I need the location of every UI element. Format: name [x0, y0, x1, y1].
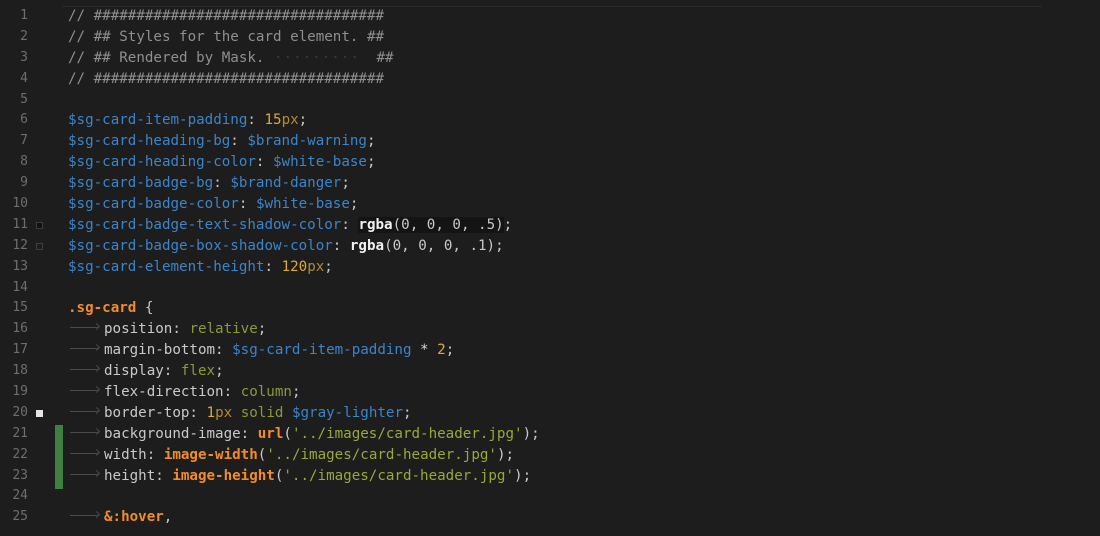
code-line: $sg-card-item-padding: 15px;: [68, 112, 308, 129]
gutter-line: 4: [0, 69, 62, 90]
tab-arrow-icon: [68, 511, 104, 521]
line-number: 8: [20, 154, 28, 170]
line-number: 25: [12, 509, 28, 525]
code-line: &:hover,: [68, 507, 1100, 528]
code-line: display: flex;: [68, 361, 1100, 382]
code-editor[interactable]: 1 2 3 4 5 6 7 8 9 10 11 12 13 14 15 16 1…: [0, 0, 1100, 536]
tab-arrow-icon: [68, 470, 104, 480]
line-number: 21: [12, 425, 28, 441]
gutter-line: 7: [0, 131, 62, 152]
line-number: 12: [12, 237, 28, 253]
line-number: 19: [12, 384, 28, 400]
gutter-line: 13: [0, 257, 62, 278]
gutter-line: 6: [0, 110, 62, 131]
gutter-line: 12: [0, 236, 62, 257]
gutter-line: 9: [0, 173, 62, 194]
line-number: 14: [12, 279, 28, 295]
gutter-line: 21: [0, 424, 62, 445]
code-area[interactable]: // ################################## //…: [68, 6, 1100, 528]
line-number: 24: [12, 488, 28, 504]
gutter-line: 8: [0, 152, 62, 173]
code-line: border-top: 1px solid $gray-lighter;: [68, 403, 1100, 424]
tab-arrow-icon: [68, 407, 104, 417]
line-number: 23: [12, 467, 28, 483]
code-line: $sg-card-badge-box-shadow-color: rgba(0,…: [68, 237, 504, 254]
color-swatch-icon: [36, 242, 43, 250]
line-number: 22: [12, 446, 28, 462]
line-number: 3: [20, 49, 28, 65]
color-swatch-icon: [36, 221, 43, 229]
line-number: 15: [12, 300, 28, 316]
line-number: 1: [20, 8, 28, 23]
gutter-line: 24: [0, 486, 62, 507]
gutter-line: 5: [0, 90, 62, 111]
code-line: $sg-card-heading-color: $white-base;: [68, 154, 376, 171]
gutter-line: 11: [0, 215, 62, 236]
tab-arrow-icon: [68, 344, 104, 354]
color-swatch-icon: [36, 409, 43, 417]
gutter-line: 15: [0, 298, 62, 319]
code-line: // ##################################: [68, 8, 385, 24]
code-line: // ## Styles for the card element. ##: [68, 28, 385, 45]
line-number: 2: [20, 28, 28, 44]
code-line: background-image: url('../images/card-he…: [68, 424, 1100, 445]
gutter-line: 16: [0, 319, 62, 340]
code-line: $sg-card-badge-text-shadow-color: rgba(0…: [68, 216, 513, 233]
tab-arrow-icon: [68, 365, 104, 375]
code-line: width: image-width('../images/card-heade…: [68, 445, 1100, 466]
code-line: height: image-height('../images/card-hea…: [68, 466, 1100, 487]
gutter-line: 22: [0, 445, 62, 466]
code-line: // ##################################: [68, 70, 385, 87]
code-line: margin-bottom: $sg-card-item-padding * 2…: [68, 340, 1100, 361]
line-number: 9: [20, 175, 28, 191]
code-line: .sg-card {: [68, 300, 154, 317]
gutter-line: 14: [0, 278, 62, 299]
line-number: 20: [12, 404, 28, 420]
line-number: 16: [12, 321, 28, 337]
tab-arrow-icon: [68, 386, 104, 396]
gutter-line: 10: [0, 194, 62, 215]
line-gutter: 1 2 3 4 5 6 7 8 9 10 11 12 13 14 15 16 1…: [0, 0, 63, 536]
line-number: 10: [12, 196, 28, 212]
tab-arrow-icon: [68, 449, 104, 459]
line-number: 6: [20, 112, 28, 128]
code-line: // ## Rendered by Mask. ········· ##: [68, 48, 1100, 69]
color-preview-highlight: rgba(0, 0, 0, .5): [358, 216, 504, 233]
whitespace-dots: ·········: [264, 49, 360, 66]
gutter-line: 18: [0, 361, 62, 382]
line-number: 13: [12, 258, 28, 274]
gutter-line: 25: [0, 507, 62, 528]
code-line: $sg-card-badge-bg: $brand-danger;: [68, 175, 350, 192]
gutter-line: 3: [0, 48, 62, 69]
git-change-indicator: [55, 425, 63, 489]
gutter-line: 17: [0, 340, 62, 361]
code-line: $sg-card-element-height: 120px;: [68, 258, 333, 275]
code-line: flex-direction: column;: [68, 382, 1100, 403]
tab-arrow-icon: [68, 428, 104, 438]
line-number: 7: [20, 133, 28, 149]
gutter-line: 20: [0, 403, 62, 424]
tab-arrow-icon: [68, 323, 104, 333]
gutter-line: 19: [0, 382, 62, 403]
line-number: 18: [12, 363, 28, 379]
gutter-line: 1: [0, 6, 62, 27]
code-line: $sg-card-heading-bg: $brand-warning;: [68, 133, 376, 150]
code-line: $sg-card-badge-color: $white-base;: [68, 196, 359, 213]
line-number: 5: [20, 91, 28, 107]
gutter-line: 23: [0, 466, 62, 487]
line-number: 4: [20, 70, 28, 86]
line-number: 17: [12, 342, 28, 358]
line-number: 11: [12, 216, 28, 232]
code-line: position: relative;: [68, 319, 1100, 340]
gutter-line: 2: [0, 27, 62, 48]
